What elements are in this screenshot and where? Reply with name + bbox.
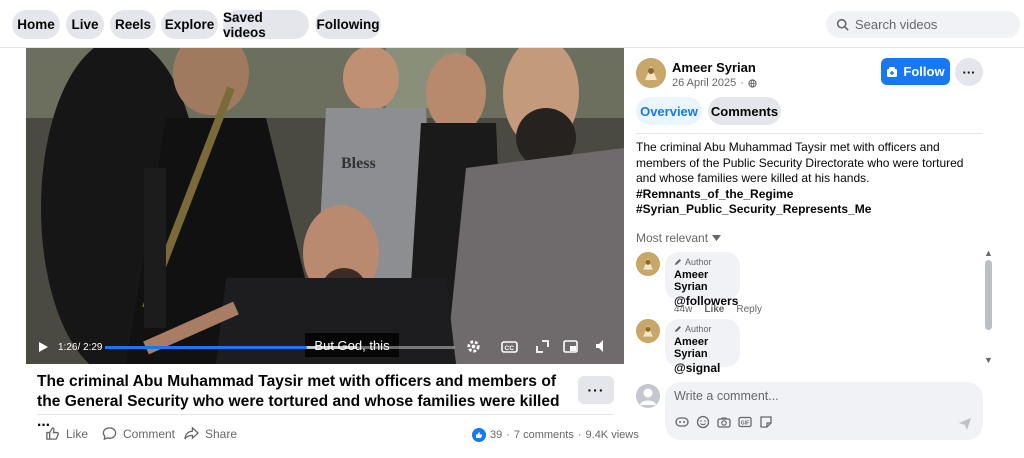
video-progress-bar[interactable]: [105, 346, 455, 349]
author-name[interactable]: Ameer Syrian: [672, 60, 756, 75]
follow-label: Follow: [903, 64, 945, 79]
comment-author-name[interactable]: Ameer Syrian: [674, 269, 731, 293]
stats-separator: ·: [506, 429, 510, 441]
search-input[interactable]: Search videos: [826, 11, 1020, 38]
emoji-icon[interactable]: [696, 415, 710, 429]
comment-sort-dropdown[interactable]: Most relevant: [636, 231, 722, 245]
miniplayer-icon[interactable]: [563, 340, 578, 353]
views-count: 9.4K views: [585, 429, 639, 441]
nav-tab-following[interactable]: Following: [315, 10, 381, 39]
comment-reply-button[interactable]: Reply: [736, 304, 762, 315]
post-divider: [37, 414, 614, 415]
top-navigation: Home Live Reels Explore Saved videos Fol…: [0, 0, 1024, 48]
expand-icon[interactable]: [536, 340, 549, 353]
avatar-sticker-icon[interactable]: [675, 415, 689, 429]
author-badge: Author: [674, 257, 731, 267]
scroll-up-icon[interactable]: ▲: [984, 248, 993, 258]
follow-icon: [887, 66, 898, 77]
hashtag-link[interactable]: #Remnants_of_the_Regime: [636, 187, 982, 203]
comments-scrollbar[interactable]: [985, 260, 992, 330]
nav-tab-home[interactable]: Home: [12, 10, 60, 39]
captions-icon[interactable]: CC: [501, 341, 518, 353]
author-badge-label: Author: [685, 324, 712, 334]
volume-icon[interactable]: [595, 339, 607, 353]
nav-tab-reels[interactable]: Reels: [110, 10, 156, 39]
commenter-avatar[interactable]: [636, 252, 660, 276]
comment-button[interactable]: Comment: [102, 426, 175, 441]
comment-author-name[interactable]: Ameer Syrian: [674, 336, 731, 360]
commenter-avatar[interactable]: [636, 319, 660, 343]
gif-icon[interactable]: GIF: [738, 415, 752, 429]
sort-label: Most relevant: [636, 231, 709, 245]
comment-input-placeholder: Write a comment...: [674, 389, 779, 403]
nav-tab-explore[interactable]: Explore: [161, 10, 218, 39]
like-icon: [46, 427, 59, 440]
author-badge-label: Author: [685, 257, 712, 267]
comment-bubble: Author Ameer Syrian @signal: [665, 319, 740, 375]
video-subtitle: But God, this: [305, 333, 399, 357]
scroll-down-icon[interactable]: ▼: [984, 355, 993, 365]
video-frame: Bless: [26, 48, 624, 364]
date-separator: ·: [740, 77, 744, 89]
like-reaction-icon: [472, 428, 486, 442]
comment-age[interactable]: 44w: [674, 304, 692, 315]
post-more-button[interactable]: ···: [578, 376, 614, 404]
reaction-count[interactable]: 39: [490, 429, 502, 441]
video-time: 1:26/ 2:29: [58, 342, 103, 353]
share-icon: [184, 426, 199, 440]
comment-text: @signal: [674, 361, 721, 375]
post-caption: The criminal Abu Muhammad Taysir met wit…: [636, 140, 982, 218]
search-placeholder: Search videos: [855, 17, 938, 32]
send-icon[interactable]: [958, 417, 972, 431]
like-label: Like: [66, 426, 89, 441]
user-avatar: [636, 384, 660, 408]
comment-icon: [102, 427, 117, 441]
comment-label: Comment: [123, 426, 176, 441]
like-button[interactable]: Like: [45, 426, 88, 441]
search-icon: [836, 18, 849, 31]
pencil-icon: [675, 259, 681, 265]
post-title-line1: The criminal Abu Muhammad Taysir met wit…: [37, 373, 557, 390]
post-date-text[interactable]: 26 April 2025: [672, 77, 736, 89]
post-date: 26 April 2025 ·: [672, 77, 757, 89]
comment-meta: 44w Like Reply: [674, 304, 762, 315]
nav-tab-live[interactable]: Live: [66, 10, 104, 39]
comment-bubble: Author Ameer Syrian @followers: [665, 252, 740, 308]
author-badge: Author: [674, 324, 731, 334]
chevron-down-icon: [712, 235, 722, 241]
comments-count[interactable]: 7 comments: [514, 429, 574, 441]
share-label: Share: [205, 426, 238, 441]
svg-text:CC: CC: [505, 345, 515, 352]
hashtag-link[interactable]: #Syrian_Public_Security_Represents_Me: [636, 202, 982, 218]
tab-comments[interactable]: Comments: [708, 97, 781, 125]
share-button[interactable]: Share: [184, 426, 237, 441]
follow-button[interactable]: Follow: [881, 58, 950, 85]
caption-text: The criminal Abu Muhammad Taysir met wit…: [636, 140, 964, 185]
tabs-divider: [636, 133, 983, 134]
sticker-icon[interactable]: [759, 415, 773, 429]
author-avatar[interactable]: [636, 58, 666, 88]
post-title: The criminal Abu Muhammad Taysir met wit…: [37, 372, 567, 432]
video-progress-fill: [105, 346, 307, 349]
post-stats: 39 · 7 comments · 9.4K views: [472, 428, 639, 442]
nav-tab-saved-videos[interactable]: Saved videos: [223, 10, 309, 40]
video-player[interactable]: Bless But God, this: [26, 48, 624, 364]
author-more-button[interactable]: ···: [955, 58, 983, 86]
play-icon[interactable]: [37, 341, 49, 353]
settings-icon[interactable]: [466, 339, 481, 354]
stats-separator: ·: [577, 429, 582, 441]
tab-overview[interactable]: Overview: [636, 97, 702, 125]
svg-text:Bless: Bless: [341, 155, 376, 172]
camera-icon[interactable]: [717, 415, 731, 429]
pencil-icon: [675, 326, 681, 332]
comment-like-button[interactable]: Like: [704, 304, 724, 315]
svg-text:GIF: GIF: [741, 421, 749, 427]
globe-icon: [748, 78, 757, 88]
